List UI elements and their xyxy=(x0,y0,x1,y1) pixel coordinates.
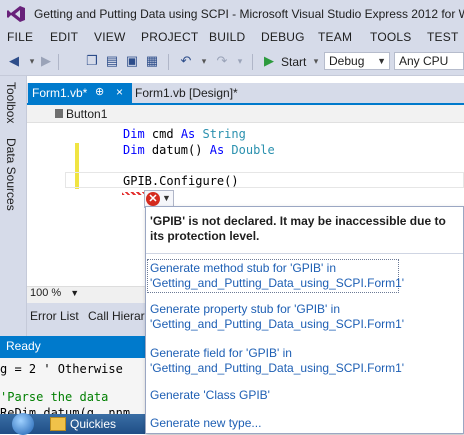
platform-select[interactable]: Any CPU xyxy=(394,52,464,70)
start-icon[interactable]: ▶ xyxy=(261,53,277,69)
tab-form1-vb[interactable]: Form1.vb* ⊕ × xyxy=(28,83,132,103)
redo-dropdown-icon[interactable]: ▾ xyxy=(232,53,248,69)
forward-icon[interactable]: ▶ xyxy=(38,53,54,69)
toolbar: ◀ ▾ ▶ ❐ ▤ ▣ ▦ ↶ ▾ ↷ ▾ ▶ Start ▾ Debug ▼ … xyxy=(0,48,464,76)
save-icon[interactable]: ▣ xyxy=(124,53,140,69)
tab-form1-design[interactable]: Form1.vb [Design]* xyxy=(135,86,238,100)
member-icon xyxy=(55,109,63,118)
fix-generate-method-stub[interactable]: Generate method stub for 'GPIB' in 'Gett… xyxy=(147,259,404,293)
vs-logo-icon xyxy=(7,6,25,22)
code-line: Dim datum() As Double xyxy=(123,143,275,157)
toolbar-separator xyxy=(168,54,169,70)
error-message: 'GPIB' is not declared. It may be inacce… xyxy=(150,214,446,243)
window-title: Getting and Putting Data using SCPI - Mi… xyxy=(34,7,464,21)
menu-project[interactable]: PROJECT xyxy=(141,30,198,44)
error-icon: ✕ xyxy=(146,192,160,206)
save-all-icon[interactable]: ▦ xyxy=(144,53,160,69)
folder-icon xyxy=(50,417,66,431)
start-orb-icon[interactable] xyxy=(12,413,34,435)
menu-file[interactable]: FILE xyxy=(7,30,33,44)
configuration-value: Debug xyxy=(329,54,365,68)
redo-icon[interactable]: ↷ xyxy=(214,53,230,69)
configuration-select[interactable]: Debug ▼ xyxy=(324,52,390,70)
zoom-select[interactable]: 100 % ▼ xyxy=(30,287,92,301)
menu-view[interactable]: VIEW xyxy=(94,30,125,44)
status-text: Ready xyxy=(6,339,41,353)
start-dropdown-icon[interactable]: ▾ xyxy=(308,53,324,69)
tab-call-hierarchy[interactable]: Call Hierarc xyxy=(88,309,151,323)
back-icon[interactable]: ◀ xyxy=(6,53,22,69)
divider xyxy=(146,253,463,254)
taskbar-item-quickies[interactable]: Quickies xyxy=(70,417,116,431)
menu-debug[interactable]: DEBUG xyxy=(261,30,305,44)
fix-generate-new-type[interactable]: Generate new type... xyxy=(150,416,456,431)
side-panel: Toolbox Data Sources xyxy=(0,76,27,336)
member-dropdown[interactable]: Button1 xyxy=(66,107,107,121)
tab-label: Form1.vb* xyxy=(32,86,88,100)
chevron-down-icon: ▼ xyxy=(70,288,80,298)
menu-bar: FILE EDIT VIEW PROJECT BUILD DEBUG TEAM … xyxy=(0,28,464,48)
undo-dropdown-icon[interactable]: ▾ xyxy=(196,53,212,69)
tab-error-list[interactable]: Error List xyxy=(30,309,79,323)
code-line: 'Parse the data xyxy=(0,390,109,404)
menu-build[interactable]: BUILD xyxy=(209,30,245,44)
start-button[interactable]: Start xyxy=(281,55,306,69)
undo-icon[interactable]: ↶ xyxy=(178,53,194,69)
chevron-down-icon: ▼ xyxy=(162,193,171,203)
menu-team[interactable]: TEAM xyxy=(318,30,352,44)
menu-test[interactable]: TEST xyxy=(427,30,458,44)
toolbar-separator xyxy=(252,54,253,70)
fix-generate-property-stub[interactable]: Generate property stub for 'GPIB' in 'Ge… xyxy=(150,302,456,332)
fix-generate-field[interactable]: Generate field for 'GPIB' in 'Getting_an… xyxy=(150,346,456,376)
platform-value: Any CPU xyxy=(399,54,449,68)
chevron-down-icon: ▼ xyxy=(377,56,386,66)
menu-edit[interactable]: EDIT xyxy=(50,30,78,44)
pin-icon[interactable]: ⊕ xyxy=(95,85,104,98)
code-line: Dim cmd As String xyxy=(123,127,246,141)
fix-generate-class[interactable]: Generate 'Class GPIB' xyxy=(150,388,456,403)
toolbar-separator xyxy=(58,54,59,70)
open-icon[interactable]: ▤ xyxy=(104,53,120,69)
new-project-icon[interactable]: ❐ xyxy=(84,53,100,69)
menu-tools[interactable]: TOOLS xyxy=(370,30,411,44)
zoom-value: 100 % xyxy=(30,287,62,299)
data-sources-tab[interactable]: Data Sources xyxy=(4,138,18,211)
code-line: g = 2 ' Otherwise xyxy=(0,362,123,376)
close-icon[interactable]: × xyxy=(116,85,123,99)
code-line: GPIB.Configure() xyxy=(123,174,239,188)
toolbox-tab[interactable]: Toolbox xyxy=(4,82,18,123)
